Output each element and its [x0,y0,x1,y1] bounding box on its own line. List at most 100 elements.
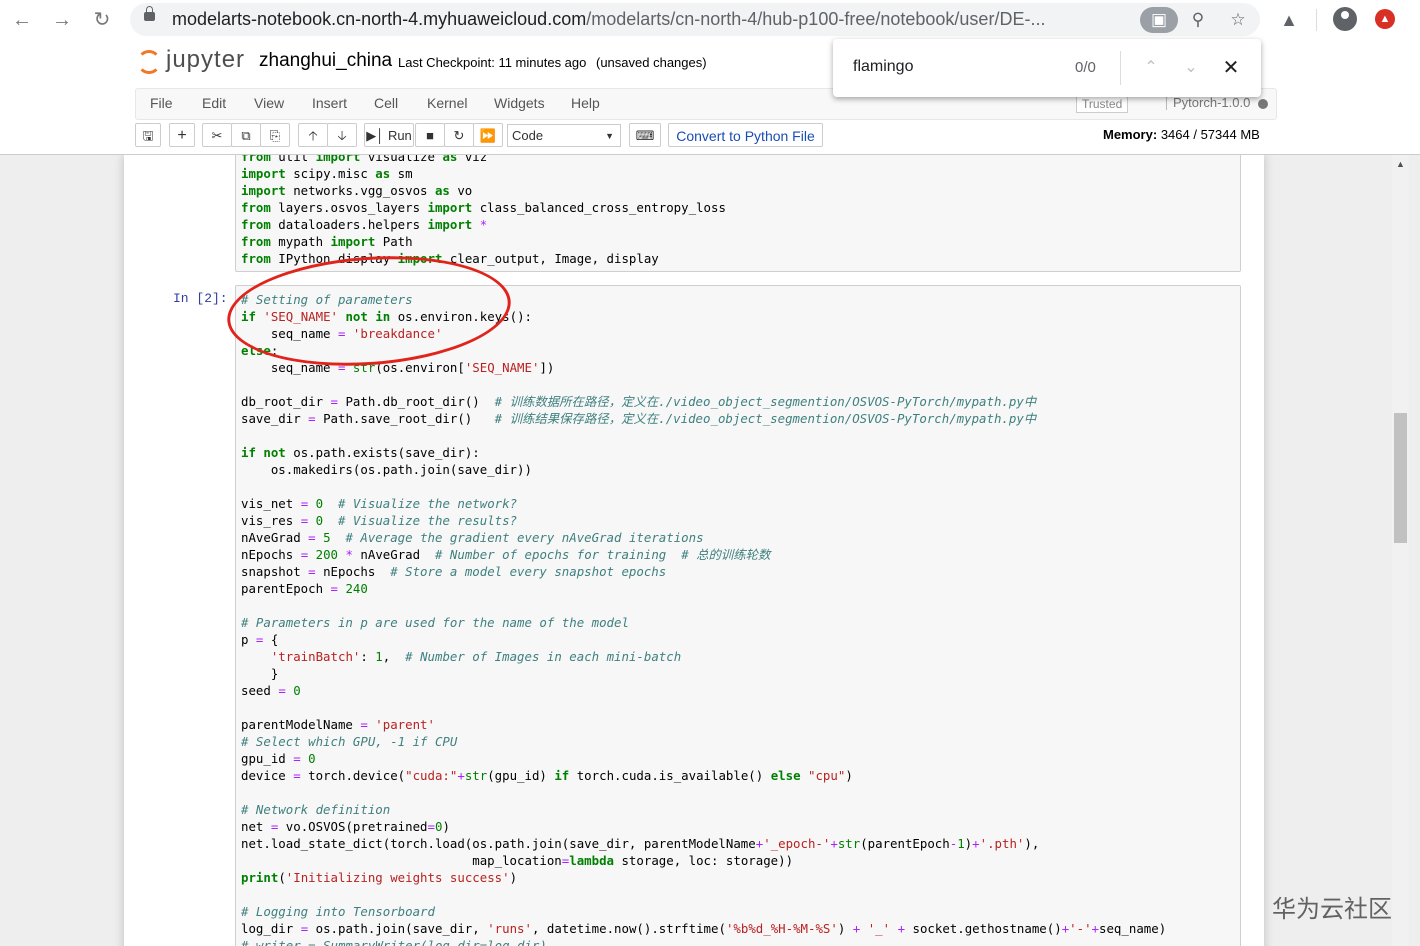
jupyter-logo-icon[interactable] [137,50,161,74]
code-cell-2[interactable]: # Setting of parameters if 'SEQ_NAME' not… [235,285,1241,946]
interrupt-icon[interactable]: ■ [415,123,445,147]
cell-type-select[interactable]: Code ▼ [507,124,621,147]
address-bar[interactable]: modelarts-notebook.cn-north-4.myhuaweicl… [130,3,1260,36]
move-down-icon[interactable]: 🡣 [327,123,357,147]
toolbar-divider [1316,9,1317,31]
cell1-line: from dataloaders.helpers import * [241,217,488,232]
cell2-line: db_root_dir = Path.db_root_dir() # 训练数据所… [241,394,1037,409]
memory-label: Memory: [1103,127,1158,142]
notebook-name[interactable]: zhanghui_china [259,50,392,72]
cell2-line: nAveGrad = 5 # Average the gradient ever… [241,530,704,545]
find-match-count: 0/0 [1075,59,1096,76]
find-bar: flamingo 0/0 ⌃ ⌄ ✕ [833,39,1261,97]
find-divider [1120,51,1121,85]
cell2-line: map_location=lambda storage, loc: storag… [241,853,794,868]
cell2-line: print('Initializing weights success') [241,870,518,885]
keyboard-icon[interactable]: ⌨ [629,123,661,147]
vertical-scrollbar[interactable]: ▲ [1392,155,1409,946]
cell-type-value: Code [512,128,544,143]
cell2-line: parentEpoch = 240 [241,581,368,596]
memory-value: 3464 / 57344 MB [1160,127,1260,142]
scroll-up-arrow-icon[interactable]: ▲ [1396,159,1405,169]
cell2-line: # Select which GPU, -1 if CPU [241,734,458,749]
run-button[interactable]: ▶│ Run [364,123,414,147]
find-in-page-icon[interactable]: ▣ [1140,7,1178,33]
find-close-icon[interactable]: ✕ [1218,55,1244,81]
cell2-line: # Network definition [241,802,391,817]
notebook-page: from util import visualize as viz import … [124,155,1264,946]
cell2-line: p = { [241,632,279,647]
restart-icon[interactable]: ↻ [444,123,474,147]
cell1-line: from util import visualize as viz [241,155,488,164]
cell2-line: if not os.path.exists(save_dir): [241,445,480,460]
cell1-line: from layers.osvos_layers import class_ba… [241,200,726,215]
browser-toolbar: ← → ↻ modelarts-notebook.cn-north-4.myhu… [0,0,1420,40]
cell2-line: # Logging into Tensorboard [241,904,435,919]
cell2-line: snapshot = nEpochs # Store a model every… [241,564,667,579]
cell2-line: 'trainBatch': 1, # Number of Images in e… [270,649,682,664]
cell2-line: seed = 0 [241,683,301,698]
convert-to-python-button[interactable]: Convert to Python File [668,123,823,147]
copy-icon[interactable]: ⧉ [231,123,261,147]
bookmark-star-icon[interactable]: ☆ [1225,7,1251,33]
menu-insert[interactable]: Insert [312,95,347,111]
notebook-scroll-area[interactable]: from util import visualize as viz import … [0,155,1420,946]
cell2-line: nEpochs = 200 * nAveGrad # Number of epo… [241,547,771,562]
huawei-cloud-community-watermark: 华为云社区 [1272,895,1392,923]
cell2-line: gpu_id = 0 [241,751,316,766]
cell2-line: } [241,666,279,681]
menu-kernel[interactable]: Kernel [427,95,467,111]
lock-icon [144,6,155,21]
notebook-toolbar: 🖫 + ✂ ⧉ ⎘ 🡡 🡣 ▶│ Run ■ ↻ ⏩ Code ▼ ⌨ Conve… [135,123,1275,149]
drive-extension-icon[interactable]: ▲ [1277,8,1301,32]
menu-widgets[interactable]: Widgets [494,95,545,111]
last-checkpoint: Last Checkpoint: 11 minutes ago [398,55,587,70]
back-arrow-icon[interactable]: ← [8,7,36,33]
profile-avatar-icon[interactable] [1333,7,1357,31]
cell2-line: net.load_state_dict(torch.load(os.path.j… [241,836,1040,851]
zoom-icon[interactable]: ⚲ [1185,7,1211,33]
trusted-badge[interactable]: Trusted [1076,95,1129,113]
cell1-line: from mypath import Path [241,234,413,249]
cell2-line: # writer = SummaryWriter(log_dir=log_dir… [241,938,547,946]
cell1-line: import scipy.misc as sm [241,166,413,181]
cell2-line: device = torch.device("cuda:"+str(gpu_id… [241,768,853,783]
restart-run-all-icon[interactable]: ⏩ [473,123,503,147]
code-cell-1[interactable]: from util import visualize as viz import … [235,155,1241,272]
menu-file[interactable]: File [150,95,173,111]
reload-icon[interactable]: ↻ [88,7,116,33]
url-text[interactable]: modelarts-notebook.cn-north-4.myhuaweicl… [172,9,1102,30]
cell2-line: net = vo.OSVOS(pretrained=0) [241,819,450,834]
run-icon: ▶│ [366,128,385,143]
menu-edit[interactable]: Edit [202,95,226,111]
kernel-name: Pytorch-1.0.0 [1166,95,1250,110]
menu-cell[interactable]: Cell [374,95,398,111]
cell2-line: save_dir = Path.save_root_dir() # 训练结果保存… [241,411,1037,426]
cut-icon[interactable]: ✂ [202,123,232,147]
cell2-line: vis_net = 0 # Visualize the network? [241,496,518,511]
cell-prompt: In [2]: [173,291,228,306]
memory-indicator: Memory: 3464 / 57344 MB [1103,127,1260,142]
extension-icon[interactable]: ▲ [1375,9,1395,29]
find-input[interactable]: flamingo [853,58,913,76]
cell2-line: log_dir = os.path.join(save_dir, 'runs',… [241,921,1167,936]
scrollbar-thumb[interactable] [1394,413,1407,543]
cell2-line: os.makedirs(os.path.join(save_dir)) [241,462,532,477]
insert-cell-icon[interactable]: + [169,123,195,147]
find-next-icon[interactable]: ⌄ [1178,55,1204,81]
menu-view[interactable]: View [254,95,284,111]
menu-help[interactable]: Help [571,95,600,111]
dropdown-arrow-icon: ▼ [605,131,614,141]
save-icon[interactable]: 🖫 [135,123,161,147]
move-up-icon[interactable]: 🡡 [298,123,328,147]
find-previous-icon[interactable]: ⌃ [1138,55,1164,81]
jupyter-logo-text[interactable]: jupyter [166,46,245,74]
forward-arrow-icon[interactable]: → [48,7,76,33]
url-host: modelarts-notebook.cn-north-4.myhuaweicl… [172,9,587,29]
paste-icon[interactable]: ⎘ [260,123,290,147]
unsaved-status: (unsaved changes) [596,55,707,70]
kernel-status-indicator [1258,99,1268,109]
cell2-line: # Parameters in p are used for the name … [241,615,629,630]
url-path: /modelarts/cn-north-4/hub-p100-free/note… [586,9,1046,29]
cell2-line: parentModelName = 'parent' [241,717,435,732]
